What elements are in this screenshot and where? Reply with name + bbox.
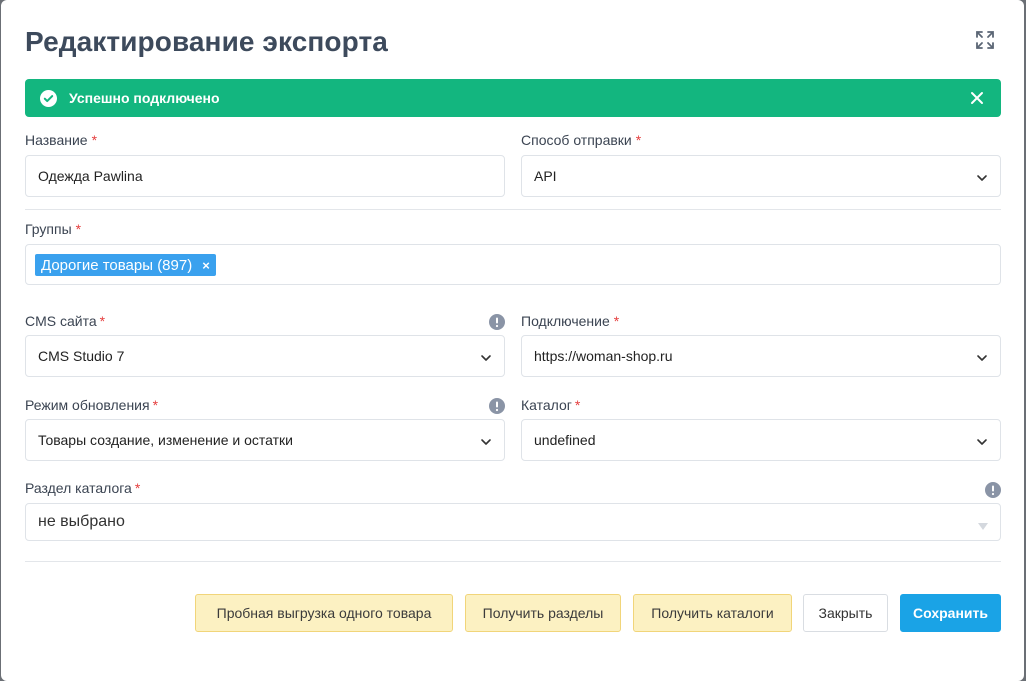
success-alert: Успешно подключено <box>25 79 1001 117</box>
send-method-value: API <box>534 168 557 184</box>
cms-select[interactable]: CMS Studio 7 <box>25 335 505 377</box>
connection-label: Подключение * <box>521 313 619 329</box>
export-edit-modal: Редактирование экспорта Успешно подключе… <box>1 0 1024 681</box>
catalog-section-select[interactable]: не выбрано <box>25 503 1001 541</box>
cms-value: CMS Studio 7 <box>38 348 125 364</box>
alert-message: Успешно подключено <box>69 90 220 106</box>
info-icon[interactable] <box>985 482 1001 498</box>
divider <box>25 209 1001 210</box>
chevron-down-icon <box>480 435 492 447</box>
cms-label: CMS сайта * <box>25 313 105 329</box>
update-mode-label: Режим обновления * <box>25 397 158 413</box>
required-mark: * <box>635 132 642 148</box>
update-mode-value: Товары создание, изменение и остатки <box>38 432 294 448</box>
send-method-label-text: Способ отправки <box>521 132 632 148</box>
chevron-down-icon <box>976 171 988 183</box>
catalog-select[interactable]: undefined <box>521 419 1001 461</box>
cms-label-text: CMS сайта <box>25 313 97 329</box>
required-mark: * <box>91 132 98 148</box>
tag-remove-icon[interactable]: × <box>202 258 210 273</box>
group-tag-label: Дорогие товары (897) <box>41 256 193 274</box>
chevron-down-icon <box>976 435 988 447</box>
close-icon[interactable] <box>969 90 985 106</box>
catalog-section-label-text: Раздел каталога <box>25 480 132 496</box>
required-mark: * <box>574 397 581 413</box>
info-icon[interactable] <box>489 314 505 330</box>
save-button[interactable]: Сохранить <box>900 594 1001 632</box>
close-button[interactable]: Закрыть <box>803 594 888 632</box>
caret-down-icon <box>978 518 988 536</box>
group-tag: Дорогие товары (897) × <box>35 254 216 276</box>
connection-value: https://woman-shop.ru <box>534 348 673 364</box>
send-method-label: Способ отправки * <box>521 132 641 148</box>
connection-select[interactable]: https://woman-shop.ru <box>521 335 1001 377</box>
chevron-down-icon <box>976 351 988 363</box>
catalog-label: Каталог * <box>521 397 580 413</box>
groups-label: Группы * <box>25 221 81 237</box>
catalog-label-text: Каталог <box>521 397 572 413</box>
groups-multiselect[interactable]: Дорогие товары (897) × <box>25 244 1001 285</box>
test-export-button[interactable]: Пробная выгрузка одного товара <box>195 594 453 632</box>
required-mark: * <box>152 397 159 413</box>
modal-title: Редактирование экспорта <box>25 26 388 57</box>
expand-icon[interactable] <box>974 29 996 51</box>
check-circle-icon <box>40 90 57 107</box>
required-mark: * <box>99 313 106 329</box>
name-label: Название * <box>25 132 97 148</box>
catalog-value: undefined <box>534 432 596 448</box>
info-icon[interactable] <box>489 398 505 414</box>
chevron-down-icon <box>480 351 492 363</box>
name-value: Одежда Pawlina <box>38 168 143 184</box>
catalog-section-value: не выбрано <box>38 513 125 530</box>
connection-label-text: Подключение <box>521 313 610 329</box>
send-method-select[interactable]: API <box>521 155 1001 197</box>
get-catalogs-button[interactable]: Получить каталоги <box>633 594 792 632</box>
name-label-text: Название <box>25 132 88 148</box>
get-sections-button[interactable]: Получить разделы <box>465 594 621 632</box>
required-mark: * <box>134 480 141 496</box>
groups-label-text: Группы <box>25 221 72 237</box>
update-mode-select[interactable]: Товары создание, изменение и остатки <box>25 419 505 461</box>
catalog-section-label: Раздел каталога * <box>25 480 140 496</box>
required-mark: * <box>613 313 620 329</box>
divider <box>25 561 1001 562</box>
name-input[interactable]: Одежда Pawlina <box>25 155 505 197</box>
update-mode-label-text: Режим обновления <box>25 397 150 413</box>
required-mark: * <box>75 221 82 237</box>
